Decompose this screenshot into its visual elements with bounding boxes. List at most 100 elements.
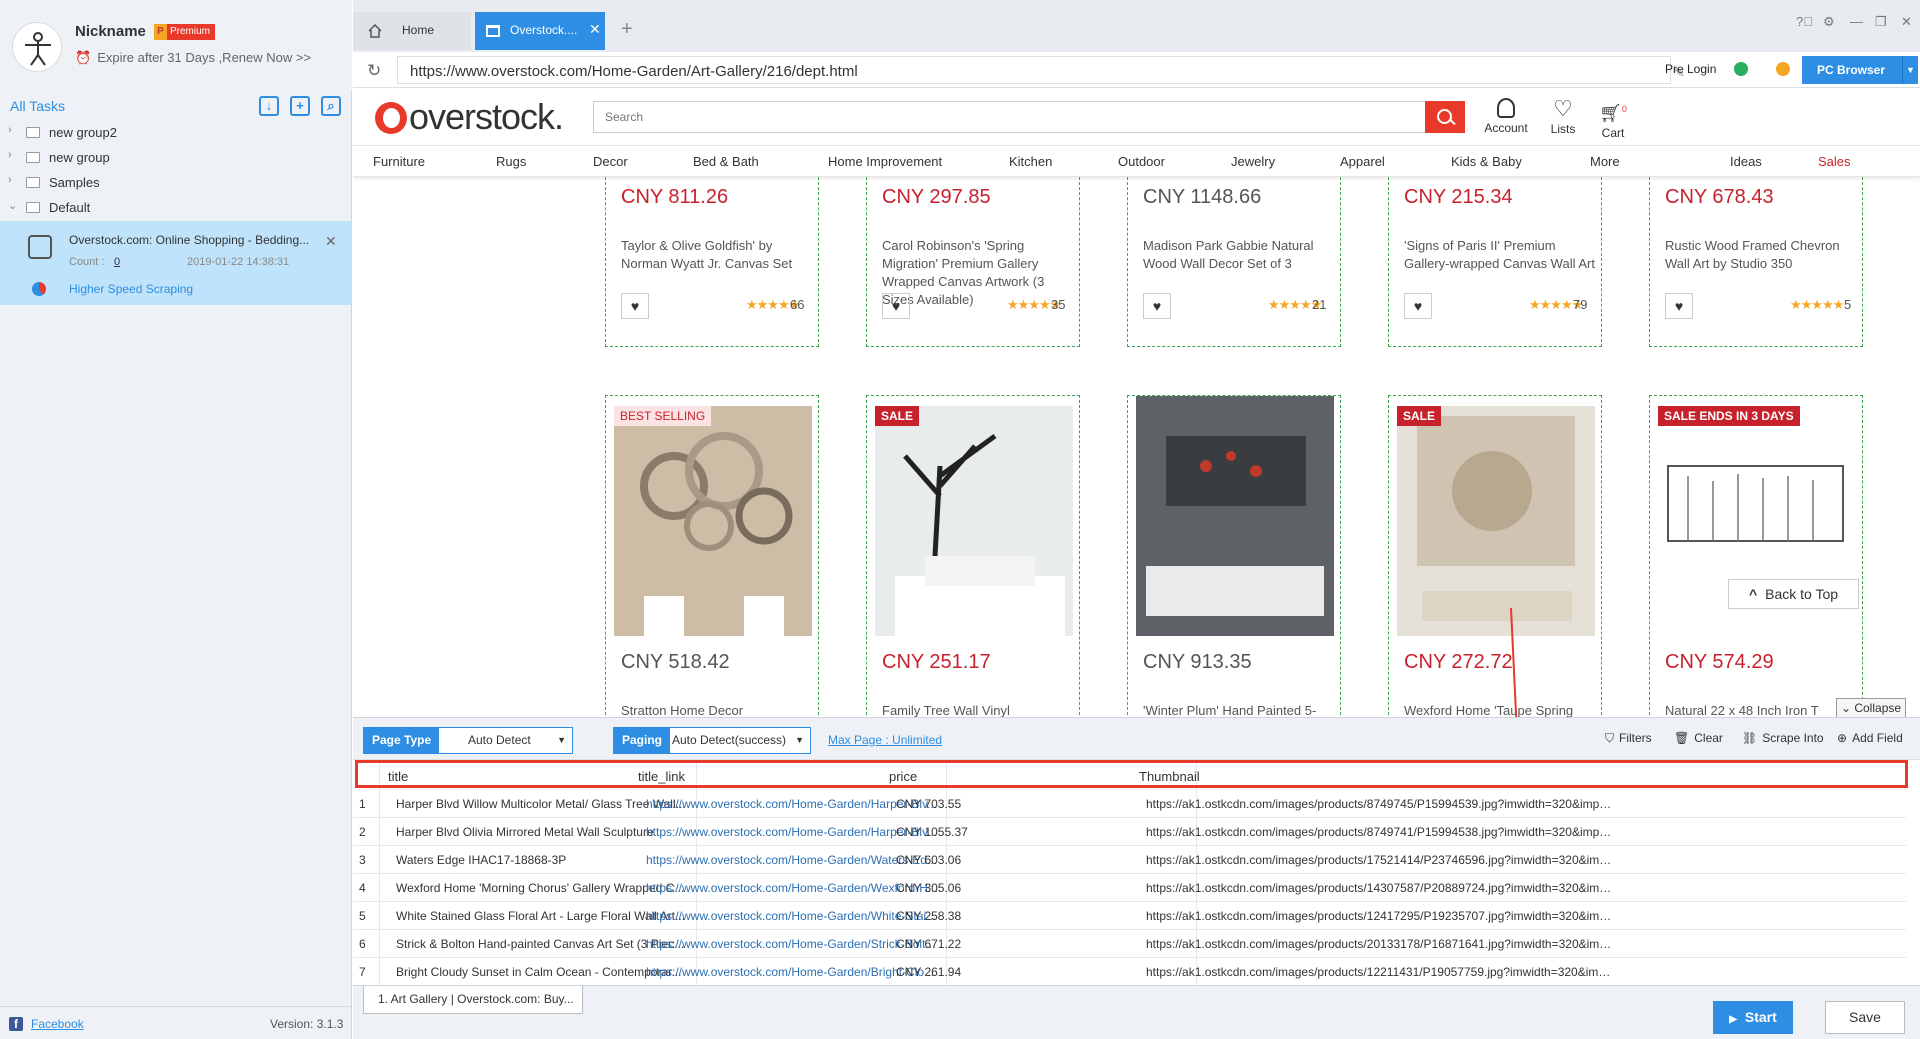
wishlist-heart-icon[interactable]: ♥: [1404, 293, 1432, 319]
facebook-link[interactable]: Facebook: [31, 1017, 84, 1031]
product-name[interactable]: Family Tree Wall Vinyl: [882, 702, 1074, 717]
new-task-icon[interactable]: +: [290, 96, 310, 116]
nav-home-improvement[interactable]: Home Improvement: [828, 154, 942, 169]
all-tasks-label[interactable]: All Tasks: [10, 98, 65, 114]
url-input[interactable]: https://www.overstock.com/Home-Garden/Ar…: [397, 56, 1685, 84]
nav-bed-bath[interactable]: Bed & Bath: [693, 154, 759, 169]
column-header-title[interactable]: title: [388, 769, 408, 784]
nav-more[interactable]: More: [1590, 154, 1620, 169]
task-count[interactable]: 0: [114, 256, 120, 268]
product-card[interactable]: CNY 811.26 Taylor & Olive Goldfish' by N…: [605, 177, 819, 347]
close-window-icon[interactable]: ✕: [1901, 14, 1912, 30]
product-name[interactable]: Natural 22 x 48 Inch Iron T: [1665, 702, 1857, 717]
save-button[interactable]: Save: [1825, 1001, 1905, 1034]
status-orange-icon[interactable]: [1776, 62, 1790, 76]
page-type-select[interactable]: Page Type Auto Detect ▼: [363, 727, 573, 754]
max-page-link[interactable]: Max Page : Unlimited: [828, 733, 942, 747]
cell-price[interactable]: CNY 305.06: [896, 881, 1141, 895]
tab-home[interactable]: Home: [353, 12, 471, 50]
product-name[interactable]: 'Winter Plum' Hand Painted 5-piece: [1143, 702, 1335, 717]
expire-renew-link[interactable]: ⏰ Expire after 31 Days ,Renew Now >>: [75, 50, 311, 66]
cell-thumbnail[interactable]: https://ak1.ostkcdn.com/images/products/…: [1146, 965, 1616, 979]
site-search-input[interactable]: Search: [593, 101, 1465, 133]
cell-thumbnail[interactable]: https://ak1.ostkcdn.com/images/products/…: [1146, 881, 1616, 895]
cell-title[interactable]: White Stained Glass Floral Art - Large F…: [396, 909, 686, 923]
cart-button[interactable]: 🛒︎0 Cart: [1593, 98, 1633, 140]
cell-thumbnail[interactable]: https://ak1.ostkcdn.com/images/products/…: [1146, 825, 1616, 839]
nav-jewelry[interactable]: Jewelry: [1231, 154, 1275, 169]
product-image-family-tree[interactable]: [875, 406, 1073, 636]
cell-price[interactable]: CNY 703.55: [896, 797, 1141, 811]
product-card[interactable]: CNY 678.43 Rustic Wood Framed Chevron Wa…: [1649, 177, 1863, 347]
task-card[interactable]: Overstock.com: Online Shopping - Bedding…: [0, 221, 352, 305]
chevron-right-icon[interactable]: ›: [8, 124, 12, 136]
column-header-title-link[interactable]: title_link: [638, 769, 685, 784]
tree-item-new-group[interactable]: › new group: [0, 146, 352, 170]
nav-ideas[interactable]: Ideas: [1730, 154, 1762, 169]
add-field-button[interactable]: ⊕ Add Field: [1837, 731, 1903, 745]
nav-sales[interactable]: Sales: [1818, 154, 1851, 169]
wishlist-heart-icon[interactable]: ♥: [1143, 293, 1171, 319]
higher-speed-scraping-link[interactable]: Higher Speed Scraping: [69, 282, 193, 296]
wishlist-heart-icon[interactable]: ♥: [882, 293, 910, 319]
chevron-right-icon[interactable]: ›: [8, 149, 12, 161]
product-image-winter-plum[interactable]: [1136, 396, 1334, 636]
nav-decor[interactable]: Decor: [593, 154, 628, 169]
reload-icon[interactable]: ↻: [367, 61, 381, 81]
cell-title[interactable]: Bright Cloudy Sunset in Calm Ocean - Con…: [396, 965, 686, 979]
cell-thumbnail[interactable]: https://ak1.ostkcdn.com/images/products/…: [1146, 909, 1616, 923]
nav-furniture[interactable]: Furniture: [373, 154, 425, 169]
wishlist-heart-icon[interactable]: ♥: [1665, 293, 1693, 319]
minimize-icon[interactable]: —: [1850, 14, 1863, 29]
filters-button[interactable]: ⛉ Filters: [1605, 731, 1652, 746]
close-icon[interactable]: ✕: [325, 233, 337, 250]
new-tab-icon[interactable]: +: [621, 18, 633, 41]
cell-title[interactable]: Strick & Bolton Hand-painted Canvas Art …: [396, 937, 686, 951]
product-card[interactable]: SALE CNY 272.72 Wexford Home 'Taupe Spri…: [1388, 395, 1602, 717]
collapse-button[interactable]: ⌄ Collapse: [1836, 698, 1906, 718]
tree-item-default[interactable]: ⌄ Default: [0, 196, 352, 220]
wishlist-heart-icon[interactable]: ♥: [621, 293, 649, 319]
product-name[interactable]: Wexford Home 'Taupe Spring: [1404, 702, 1596, 717]
product-card[interactable]: CNY 297.85 Carol Robinson's 'Spring Migr…: [866, 177, 1080, 347]
product-name[interactable]: Madison Park Gabbie Natural Wood Wall De…: [1143, 237, 1335, 273]
close-tab-icon[interactable]: ✕: [589, 21, 601, 38]
chevron-right-icon[interactable]: ›: [8, 174, 12, 186]
product-card[interactable]: BEST SELLING CNY 518.42 Stratton Home De…: [605, 395, 819, 717]
product-image-rings[interactable]: [614, 406, 812, 636]
product-image-taupe-spring[interactable]: [1397, 406, 1595, 636]
tab-overstock[interactable]: Overstock.... ✕: [475, 12, 605, 50]
help-icon[interactable]: ?⃝: [1796, 14, 1813, 29]
cell-price[interactable]: CNY 261.94: [896, 965, 1141, 979]
settings-icon[interactable]: ⚙: [1823, 14, 1835, 30]
tree-item-samples[interactable]: › Samples: [0, 171, 352, 195]
product-name[interactable]: Taylor & Olive Goldfish' by Norman Wyatt…: [621, 237, 813, 273]
lists-button[interactable]: ♡ Lists: [1543, 98, 1583, 137]
import-task-icon[interactable]: ↓: [259, 96, 279, 116]
pre-login-button[interactable]: Pre Login: [1665, 62, 1716, 76]
search-icon[interactable]: [1425, 101, 1465, 133]
cell-title[interactable]: Harper Blvd Willow Multicolor Metal/ Gla…: [396, 797, 686, 811]
product-card[interactable]: CNY 215.34 'Signs of Paris II' Premium G…: [1388, 177, 1602, 347]
avatar[interactable]: [12, 22, 62, 72]
paging-select[interactable]: Paging Auto Detect(success) ▼: [613, 727, 811, 754]
cell-price[interactable]: CNY 258.38: [896, 909, 1141, 923]
status-green-icon[interactable]: [1734, 62, 1748, 76]
cell-title[interactable]: Wexford Home 'Morning Chorus' Gallery Wr…: [396, 881, 686, 895]
table-row[interactable]: 5 White Stained Glass Floral Art - Large…: [353, 902, 1906, 930]
table-row[interactable]: 6 Strick & Bolton Hand-painted Canvas Ar…: [353, 930, 1906, 958]
cell-price[interactable]: CNY 603.06: [896, 853, 1141, 867]
product-name[interactable]: Stratton Home Decor Interlocking: [621, 702, 813, 717]
product-card[interactable]: SALE CNY 251.17 Family Tree Wall Vinyl: [866, 395, 1080, 717]
table-row[interactable]: 4 Wexford Home 'Morning Chorus' Gallery …: [353, 874, 1906, 902]
product-card[interactable]: SALE ENDS IN 3 DAYS CNY 574.29 Natural 2…: [1649, 395, 1863, 717]
product-name[interactable]: Rustic Wood Framed Chevron Wall Art by S…: [1665, 237, 1857, 273]
nav-kids-baby[interactable]: Kids & Baby: [1451, 154, 1522, 169]
table-row[interactable]: 2 Harper Blvd Olivia Mirrored Metal Wall…: [353, 818, 1906, 846]
page-tab[interactable]: 1. Art Gallery | Overstock.com: Buy...: [363, 986, 583, 1014]
start-button[interactable]: ▶ Start: [1713, 1001, 1793, 1034]
chevron-down-icon[interactable]: ⌄: [8, 199, 17, 212]
nav-kitchen[interactable]: Kitchen: [1009, 154, 1052, 169]
nav-apparel[interactable]: Apparel: [1340, 154, 1385, 169]
column-header-thumbnail[interactable]: Thumbnail: [1139, 769, 1200, 784]
